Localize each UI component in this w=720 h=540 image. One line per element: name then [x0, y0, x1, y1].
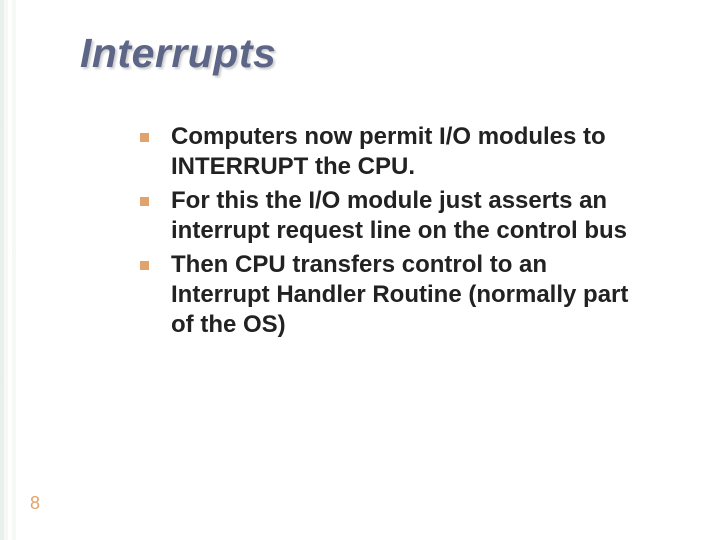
bullet-text: Computers now permit I/O modules to INTE…: [171, 122, 640, 182]
bullet-text: Then CPU transfers control to an Interru…: [171, 250, 640, 340]
bullet-item: Computers now permit I/O modules to INTE…: [140, 122, 640, 182]
slide-body: Computers now permit I/O modules to INTE…: [140, 122, 640, 344]
left-accent-bar: [0, 0, 22, 540]
bullet-item: For this the I/O module just asserts an …: [140, 186, 640, 246]
bullet-item: Then CPU transfers control to an Interru…: [140, 250, 640, 340]
square-bullet-icon: [140, 197, 149, 206]
square-bullet-icon: [140, 261, 149, 270]
square-bullet-icon: [140, 133, 149, 142]
slide-title: Interrupts: [80, 30, 276, 77]
slide-container: Interrupts Computers now permit I/O modu…: [0, 0, 720, 540]
bullet-text: For this the I/O module just asserts an …: [171, 186, 640, 246]
slide-number: 8: [30, 493, 40, 514]
